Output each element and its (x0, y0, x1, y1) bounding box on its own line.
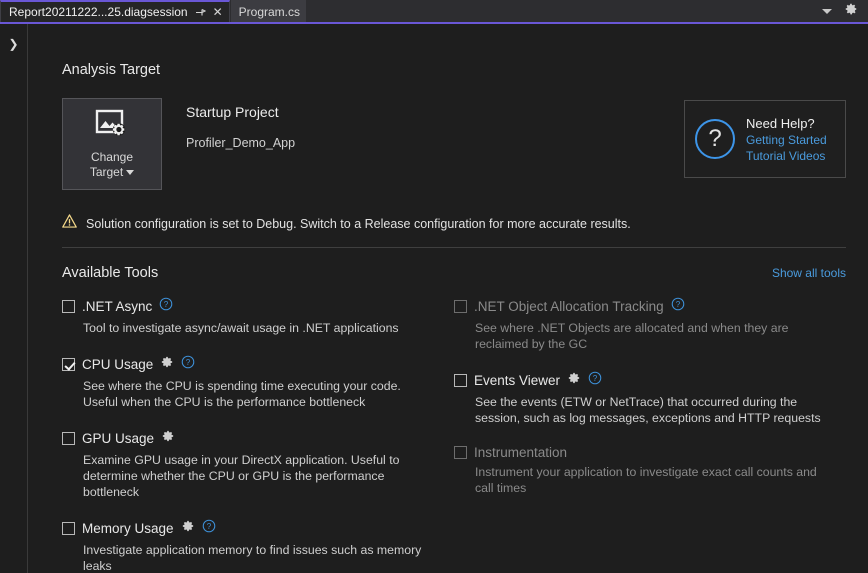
warning-triangle-icon (62, 214, 77, 233)
getting-started-link[interactable]: Getting Started (746, 133, 827, 147)
help-circle-icon[interactable]: ? (181, 355, 195, 374)
tool-item: .NET Object Allocation Tracking? See wher… (454, 297, 846, 352)
caret-down-icon (126, 169, 135, 175)
tool-item: Memory Usage? Investigate application mem… (62, 519, 430, 573)
tool-item: CPU Usage? See where the CPU is spending … (62, 355, 430, 410)
change-target-button[interactable]: Change Target (62, 98, 162, 190)
tab-strip-filler (306, 0, 814, 22)
gear-icon[interactable] (161, 429, 175, 448)
question-circle-icon: ? (695, 119, 735, 159)
tool-header: .NET Async? (62, 297, 430, 316)
gear-icon[interactable] (160, 355, 174, 374)
tab-program-cs[interactable]: Program.cs (230, 0, 306, 22)
help-circle-icon[interactable]: ? (202, 519, 216, 538)
tutorial-videos-link[interactable]: Tutorial Videos (746, 149, 827, 163)
tool-name: GPU Usage (82, 431, 155, 446)
change-target-label: Change Target (89, 149, 135, 180)
tool-checkbox[interactable] (454, 374, 467, 387)
tool-header: Events Viewer? (454, 371, 846, 390)
tool-description: Investigate application memory to find i… (83, 543, 422, 573)
tool-name: .NET Async (82, 299, 153, 314)
need-help-title: Need Help? (746, 115, 815, 131)
tool-header: .NET Object Allocation Tracking? (454, 297, 846, 316)
tool-checkbox (454, 300, 467, 313)
tool-name: Instrumentation (474, 445, 568, 460)
tools-column-right: .NET Object Allocation Tracking? See wher… (454, 297, 846, 573)
tool-description: See where the CPU is spending time execu… (83, 379, 401, 409)
main-body: ❯ Analysis Target Change Target Startup … (0, 24, 868, 573)
show-all-tools-link[interactable]: Show all tools (772, 266, 846, 280)
tool-name: Memory Usage (82, 521, 174, 536)
svg-text:?: ? (206, 522, 211, 531)
tab-label: Report20211222...25.diagsession (9, 5, 188, 19)
tool-header: CPU Usage? (62, 355, 430, 374)
tool-checkbox[interactable] (62, 432, 75, 445)
available-tools-header: Available Tools Show all tools (62, 265, 846, 281)
help-circle-icon[interactable]: ? (671, 297, 685, 316)
need-help-panel: ? Need Help? Getting Started Tutorial Vi… (684, 100, 846, 178)
startup-project-info: Startup Project Profiler_Demo_App (186, 98, 295, 150)
analysis-target-title: Analysis Target (62, 62, 161, 78)
startup-project-name: Profiler_Demo_App (186, 136, 296, 150)
tools-grid: .NET Async? Tool to investigate async/awa… (62, 297, 846, 573)
need-help-text: Need Help? Getting Started Tutorial Vide… (746, 116, 827, 163)
tool-checkbox[interactable] (62, 358, 75, 371)
gear-icon[interactable] (181, 519, 195, 538)
tool-item: .NET Async? Tool to investigate async/awa… (62, 297, 430, 336)
tab-strip-controls (814, 0, 868, 22)
svg-text:?: ? (186, 358, 191, 367)
tool-description: Examine GPU usage in your DirectX applic… (83, 453, 400, 499)
tools-column-left: .NET Async? Tool to investigate async/awa… (62, 297, 454, 573)
tool-checkbox[interactable] (62, 300, 75, 313)
tool-name: CPU Usage (82, 357, 154, 372)
tool-item: Instrumentation Instrument your applicati… (454, 445, 846, 496)
tool-header: Instrumentation (454, 445, 846, 460)
tab-label: Program.cs (238, 5, 300, 19)
svg-text:?: ? (675, 300, 680, 309)
warning-text: Solution configuration is set to Debug. … (86, 216, 631, 231)
tool-header: Memory Usage? (62, 519, 430, 538)
svg-text:?: ? (164, 300, 169, 309)
tab-report-diagsession[interactable]: Report20211222...25.diagsession ✕ (0, 0, 230, 22)
tool-description: See the events (ETW or NetTrace) that oc… (475, 395, 821, 425)
divider-top (62, 247, 846, 248)
tab-strip: Report20211222...25.diagsession ✕ Progra… (0, 0, 868, 22)
change-target-line1: Change (90, 149, 134, 164)
content-pane: Analysis Target Change Target Startup Pr… (28, 24, 868, 573)
left-rail: ❯ (0, 24, 28, 573)
change-target-line2: Target (89, 164, 124, 179)
picture-settings-icon (95, 109, 129, 144)
close-icon[interactable]: ✕ (213, 6, 223, 18)
svg-text:?: ? (593, 374, 598, 383)
tool-name: Events Viewer (474, 373, 561, 388)
startup-project-label: Startup Project (186, 104, 279, 120)
tool-description: See where .NET Objects are allocated and… (475, 321, 789, 351)
help-circle-icon[interactable]: ? (588, 371, 602, 390)
tool-description: Tool to investigate async/await usage in… (83, 321, 399, 335)
gear-icon[interactable] (567, 371, 581, 390)
chevron-down-icon[interactable] (822, 8, 832, 14)
tool-header: GPU Usage (62, 429, 430, 448)
tool-checkbox[interactable] (62, 522, 75, 535)
tool-item: GPU Usage Examine GPU usage in your Direc… (62, 429, 430, 500)
pin-icon[interactable] (195, 7, 206, 18)
chevron-right-icon[interactable]: ❯ (8, 38, 18, 50)
tool-checkbox (454, 446, 467, 459)
tool-name: .NET Object Allocation Tracking (474, 299, 664, 314)
tool-item: Events Viewer? See the events (ETW or Net… (454, 371, 846, 426)
tool-description: Instrument your application to investiga… (475, 465, 817, 495)
help-circle-icon[interactable]: ? (159, 297, 173, 316)
available-tools-title: Available Tools (62, 265, 159, 281)
warning-banner: Solution configuration is set to Debug. … (62, 214, 846, 233)
gear-icon[interactable] (844, 2, 858, 21)
